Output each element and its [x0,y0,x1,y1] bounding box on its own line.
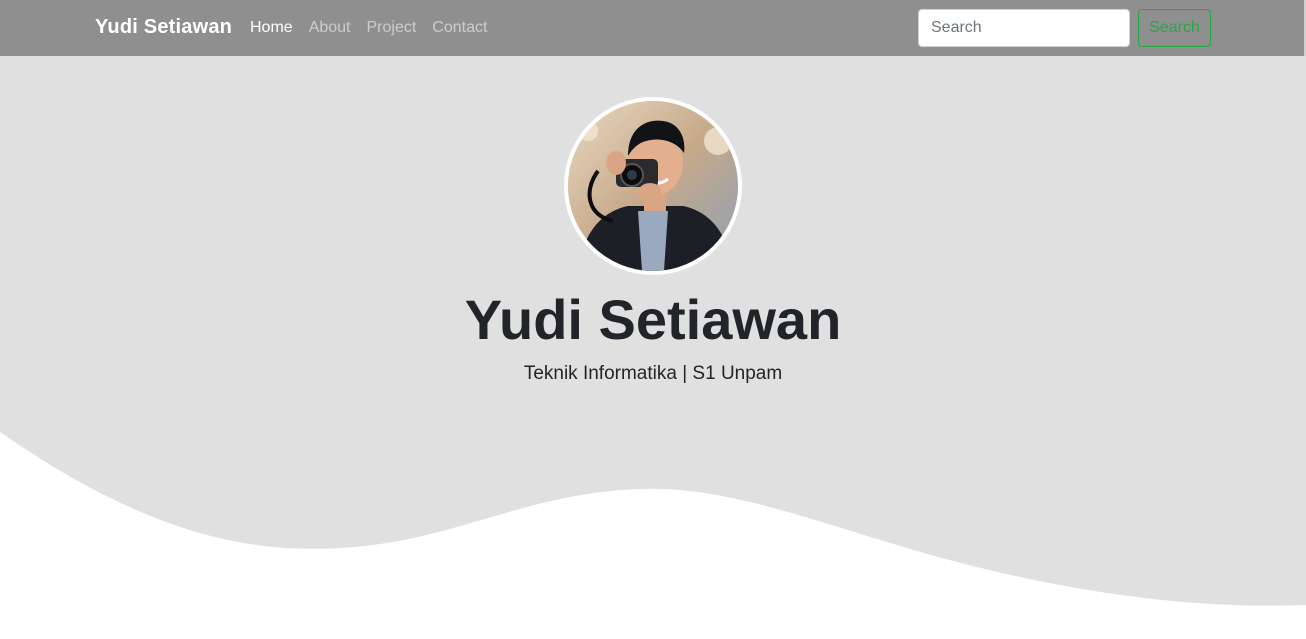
avatar [564,97,742,275]
hero-title: Yudi Setiawan [464,288,842,351]
nav-links: Home About Project Contact [250,19,487,37]
hero-section: Yudi Setiawan Teknik Informatika | S1 Un… [0,56,1306,639]
navbar: Yudi Setiawan Home About Project Contact… [0,0,1306,90]
search-input[interactable] [918,9,1130,47]
search-button[interactable]: Search [1138,9,1211,47]
profile-photo-icon [568,101,738,271]
brand-logo-text[interactable]: Yudi Setiawan [95,16,232,39]
hero-subtitle: Teknik Informatika | S1 Unpam [523,363,783,384]
page: Yudi Setiawan Home About Project Contact… [0,0,1306,639]
nav-link-project[interactable]: Project [367,19,417,37]
nav-link-home[interactable]: Home [250,19,293,37]
nav-link-about[interactable]: About [309,19,351,37]
nav-link-contact[interactable]: Contact [432,19,487,37]
